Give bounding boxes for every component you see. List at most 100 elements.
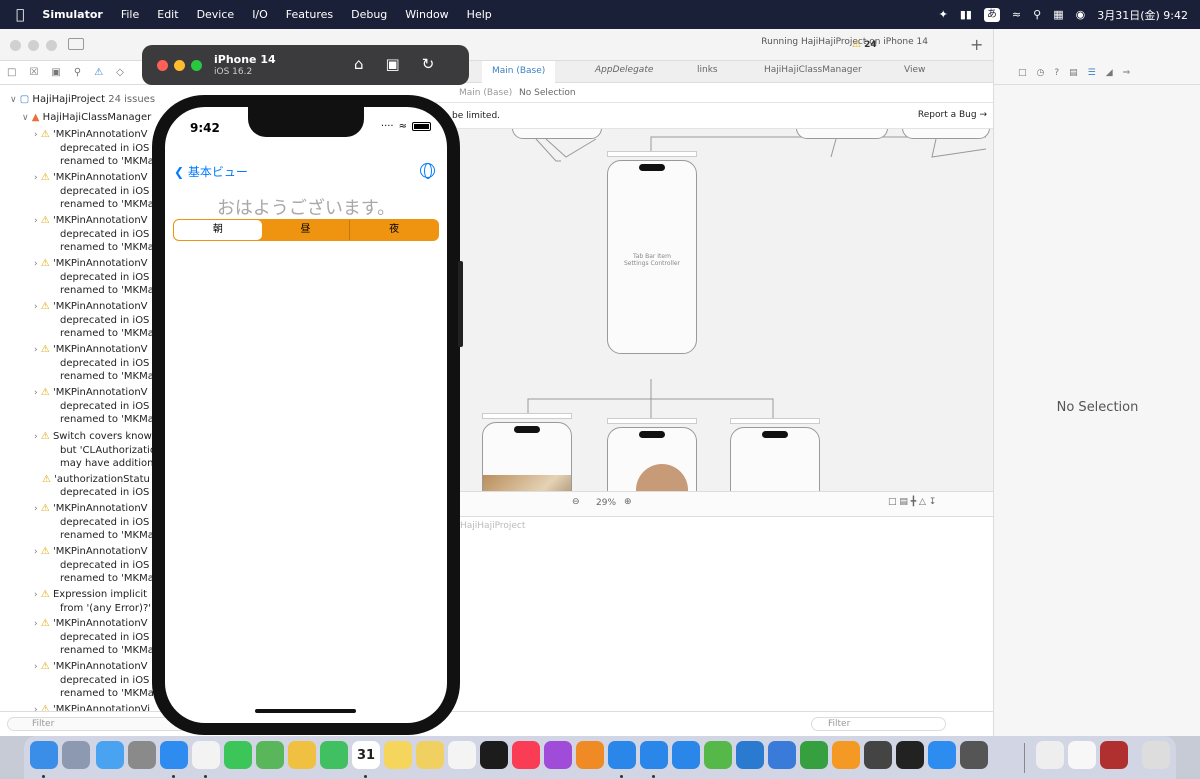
control-center-icon[interactable]: ▦ xyxy=(1053,8,1063,21)
source-control-icon[interactable]: ☒ xyxy=(29,67,38,78)
menu-clock[interactable]: 3月31日(金) 9:42 xyxy=(1097,7,1188,23)
dock-launchpad-icon[interactable] xyxy=(62,741,90,769)
dock-zoom-icon[interactable] xyxy=(928,741,956,769)
test-icon[interactable]: ◇ xyxy=(116,67,124,78)
avatar-scene[interactable] xyxy=(607,427,697,491)
add-tab-button[interactable]: + xyxy=(970,35,983,54)
menu-help[interactable]: Help xyxy=(467,8,492,21)
zoom-out-icon[interactable]: ⊖ xyxy=(572,497,580,507)
warning-count-badge[interactable]: ⚠ 24 xyxy=(852,39,877,50)
dock-simulator-icon[interactable] xyxy=(608,741,636,769)
issue-row[interactable]: › ⚠ 'MKPinAnnotationV deprecated in iOS re… xyxy=(34,660,154,700)
issue-row[interactable]: › ⚠ 'MKPinAnnotationVi xyxy=(34,703,150,711)
folder-icon[interactable]: □ xyxy=(7,67,16,78)
tab-appdelegate[interactable]: AppDelegate xyxy=(595,65,653,75)
dock-photos-icon[interactable] xyxy=(288,741,316,769)
iphone-screen[interactable]: 9:42 ···· ≈ ❮ 基本ビュー おはようございます。 朝 昼 夜 xyxy=(165,107,447,723)
menu-window[interactable]: Window xyxy=(405,8,448,21)
dock-facetime-icon[interactable] xyxy=(320,741,348,769)
segment-morning[interactable]: 朝 xyxy=(174,220,262,240)
menu-io[interactable]: I/O xyxy=(252,8,268,21)
menu-features[interactable]: Features xyxy=(286,8,333,21)
issue-row[interactable]: › ⚠ 'MKPinAnnotationV deprecated in iOS re… xyxy=(34,214,154,254)
jump-bar-main[interactable]: Main (Base) xyxy=(459,88,512,98)
time-of-day-segmented-control[interactable]: 朝 昼 夜 xyxy=(173,219,439,241)
history-icon[interactable]: ◷ xyxy=(1037,68,1045,78)
empty-scene[interactable] xyxy=(730,427,820,491)
issue-row[interactable]: › ⚠ 'MKPinAnnotationV deprecated in iOS re… xyxy=(34,617,154,657)
zoom-window-button[interactable] xyxy=(46,40,57,51)
dock-numbers-2-icon[interactable] xyxy=(800,741,828,769)
tab-links[interactable]: links xyxy=(697,65,718,75)
dock-app-store-icon[interactable] xyxy=(672,741,700,769)
layout-tools-icon[interactable]: □ ▤ ╋ △ ↧ xyxy=(888,497,936,507)
wifi-icon[interactable]: ≈ xyxy=(1012,8,1021,21)
dock-tv-icon[interactable] xyxy=(480,741,508,769)
simulator-title-bar[interactable]: iPhone 14 iOS 16.2 ⌂ ▣ ↻ xyxy=(142,45,469,85)
storyboard-scene[interactable] xyxy=(796,129,888,139)
file-inspector-icon[interactable]: □ xyxy=(1018,68,1027,78)
dock-dictionary-icon[interactable] xyxy=(1100,741,1128,769)
simulator-zoom-button[interactable] xyxy=(191,60,202,71)
segment-night[interactable]: 夜 xyxy=(349,220,438,240)
sidebar-toggle-icon[interactable] xyxy=(68,38,84,50)
issue-row[interactable]: › ⚠ 'MKPinAnnotationV deprecated in iOS re… xyxy=(34,300,154,340)
dock-reminders-icon[interactable] xyxy=(448,741,476,769)
tab-classmanager[interactable]: HajiHajiClassManager xyxy=(764,65,862,75)
simulator-close-button[interactable] xyxy=(157,60,168,71)
dock-music-icon[interactable] xyxy=(512,741,540,769)
issue-row[interactable]: › ⚠ 'MKPinAnnotationV deprecated in iOS re… xyxy=(34,171,154,211)
dock-numbers-icon[interactable] xyxy=(704,741,732,769)
dock-system-settings-icon[interactable] xyxy=(128,741,156,769)
find-icon[interactable]: ⚲ xyxy=(74,67,81,78)
dock-chrome-icon[interactable] xyxy=(192,741,220,769)
dock-calendar-icon[interactable]: 31 xyxy=(352,741,380,769)
dock-trash-icon[interactable] xyxy=(1142,741,1170,769)
home-indicator[interactable] xyxy=(255,709,356,713)
help-icon[interactable]: ? xyxy=(1054,68,1059,78)
dock-safari-icon[interactable] xyxy=(160,741,188,769)
issue-row[interactable]: › ⚠ 'MKPinAnnotationV deprecated in iOS re… xyxy=(34,545,154,585)
dock-finder-icon[interactable] xyxy=(30,741,58,769)
tab-main-base[interactable]: Main (Base) xyxy=(482,61,556,83)
home-button-icon[interactable]: ⌂ xyxy=(354,55,364,73)
simulator-minimize-button[interactable] xyxy=(174,60,185,71)
dock-keynote-icon[interactable] xyxy=(768,741,796,769)
battery-status-icon[interactable]: ▮▮ xyxy=(960,8,972,21)
symbol-icon[interactable]: ▣ xyxy=(51,67,60,78)
issue-navigator-icon[interactable]: ⚠ xyxy=(94,67,103,78)
dock-messages-icon[interactable] xyxy=(224,741,252,769)
rotate-icon[interactable]: ↻ xyxy=(422,55,435,73)
close-window-button[interactable] xyxy=(10,40,21,51)
issue-row[interactable]: › ⚠ 'MKPinAnnotationV deprecated in iOS re… xyxy=(34,386,154,426)
input-method-icon[interactable]: あ xyxy=(983,7,1000,22)
bluetooth-icon[interactable]: ✦ xyxy=(939,8,948,21)
side-button[interactable] xyxy=(458,261,463,347)
apple-menu-icon[interactable]:  xyxy=(16,7,24,23)
dock-chess-icon[interactable] xyxy=(864,741,892,769)
issue-row[interactable]: › ⚠ Switch covers know but 'CLAuthorizati… xyxy=(34,430,160,470)
issue-row[interactable]: › ⚠ 'MKPinAnnotationV deprecated in iOS re… xyxy=(34,343,154,383)
dock-preview-icon[interactable] xyxy=(1036,741,1064,769)
identity-icon[interactable]: ▤ xyxy=(1069,68,1078,78)
menu-device[interactable]: Device xyxy=(197,8,235,21)
connections-icon[interactable]: ⇒ xyxy=(1123,68,1131,78)
zoom-in-icon[interactable]: ⊕ xyxy=(624,497,632,507)
storyboard-scene[interactable] xyxy=(512,129,602,139)
issue-row[interactable]: › ⚠ 'MKPinAnnotationV deprecated in iOS re… xyxy=(34,128,154,168)
jump-bar-selection[interactable]: No Selection xyxy=(519,88,576,98)
tab-view[interactable]: View xyxy=(904,65,925,75)
menu-debug[interactable]: Debug xyxy=(351,8,387,21)
dog-photo-scene[interactable] xyxy=(482,422,572,491)
siri-icon[interactable]: ◉ xyxy=(1076,8,1086,21)
dock-maps-icon[interactable] xyxy=(256,741,284,769)
dock-podcasts-icon[interactable] xyxy=(544,741,572,769)
dock-notes-icon[interactable] xyxy=(384,741,412,769)
dock-pages-icon[interactable] xyxy=(832,741,860,769)
target-issue-row[interactable]: ∨ ▲ HajiHajiClassManager xyxy=(22,111,151,125)
menu-edit[interactable]: Edit xyxy=(157,8,178,21)
dock-vs-code-icon[interactable] xyxy=(736,741,764,769)
dock-books-icon[interactable] xyxy=(576,741,604,769)
spotlight-search-icon[interactable]: ⚲ xyxy=(1033,8,1041,21)
menu-app-name[interactable]: Simulator xyxy=(42,8,102,21)
